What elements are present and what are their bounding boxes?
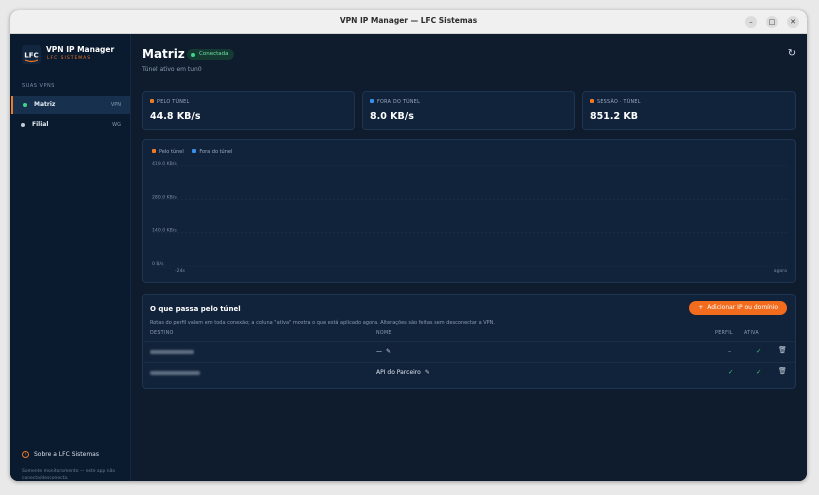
route-name: API do Parceiro (376, 369, 421, 376)
traffic-chart: 419.0 KB/s 280.0 KB/s 140.0 KB/s 0 B/s -24s a… (152, 161, 787, 274)
trash-icon[interactable]: 🗑 (778, 346, 787, 354)
add-ip-button[interactable]: + Adicionar IP ou domínio (689, 301, 787, 315)
routes-description: Rotas do perfil valem em toda conexão; a… (150, 320, 495, 326)
brand-name: VPN IP Manager (46, 45, 115, 54)
status-badge: Conectada (187, 49, 234, 60)
stat-card-tunnel: PELO TÚNEL 44.8 KB/s (142, 91, 355, 130)
stat-value: 851.2 KB (590, 111, 638, 122)
column-header-destino: DESTINO (150, 331, 174, 336)
stat-value: 8.0 KB/s (370, 111, 414, 122)
blue-square-icon (370, 99, 374, 103)
column-header-nome: NOME (376, 331, 392, 336)
minimize-button[interactable]: – (745, 16, 757, 28)
stat-label: FORA DO TÚNEL (377, 100, 421, 105)
app-window: VPN IP Manager — LFC Sistemas – □ ✕ LFC … (10, 10, 807, 481)
brand-subtitle: LFC SISTEMAS (47, 56, 92, 61)
title-bar: VPN IP Manager — LFC Sistemas – □ ✕ (10, 10, 807, 34)
sidebar-item-kind: VPN (110, 102, 121, 108)
table-row[interactable]: — ✎ – ✓ 🗑 (144, 341, 796, 361)
sidebar: LFC VPN IP Manager LFC SISTEMAS SUAS VPN… (10, 34, 131, 481)
close-button[interactable]: ✕ (787, 16, 799, 28)
perfil-value: – (728, 347, 732, 355)
sidebar-footnote: Somente monitoramento — este app não con… (22, 469, 116, 481)
orange-square-icon (590, 99, 594, 103)
vpn-section-label: SUAS VPNS (22, 83, 55, 89)
status-dot-icon (23, 103, 27, 107)
stat-label: PELO TÚNEL (157, 100, 190, 105)
x-tick-label: -24s (175, 268, 186, 274)
trash-icon[interactable]: 🗑 (778, 367, 787, 375)
table-row[interactable]: API do Parceiro ✎ ✓ ✓ 🗑 (144, 362, 796, 382)
plus-icon: + (698, 304, 704, 311)
routes-card: O que passa pelo túnel Rotas do perfil v… (142, 294, 796, 389)
svg-text:LFC: LFC (24, 52, 38, 60)
redacted-destination (150, 350, 194, 354)
traffic-chart-card: Pelo túnel Fora do túnel 419.0 KB/s 280.0… (142, 139, 796, 283)
orange-square-icon (150, 99, 154, 103)
page-subtitle: Túnel ativo em tun0 (142, 66, 202, 73)
pencil-icon[interactable]: ✎ (386, 348, 391, 355)
stat-card-outside: FORA DO TÚNEL 8.0 KB/s (362, 91, 575, 130)
status-dot-icon (21, 123, 25, 127)
y-tick-label: 140.0 KB/s (152, 228, 177, 234)
page-title: Matriz (142, 47, 185, 61)
sidebar-item-filial[interactable]: Filial WG (11, 116, 130, 134)
sidebar-item-kind: WG (112, 122, 121, 128)
maximize-button[interactable]: □ (766, 16, 778, 28)
window-title: VPN IP Manager — LFC Sistemas (339, 16, 478, 25)
refresh-icon[interactable]: ↻ (786, 48, 798, 60)
about-label: Sobre a LFC Sistemas (34, 451, 99, 458)
ativa-check-icon: ✓ (756, 368, 762, 376)
stat-label: SESSÃO · TÚNEL (597, 100, 641, 105)
ativa-check-icon: ✓ (756, 347, 762, 355)
main-content: Matriz Conectada Túnel ativo em tun0 ↻ P… (131, 34, 807, 481)
perfil-check-icon: ✓ (728, 368, 734, 376)
column-header-perfil: PERFIL (715, 331, 733, 336)
y-tick-label: 280.0 KB/s (152, 194, 177, 200)
sidebar-item-label: Filial (32, 121, 49, 128)
y-tick-label: 0 B/s (152, 261, 164, 267)
sidebar-item-matriz[interactable]: Matriz VPN (11, 96, 130, 114)
redacted-destination (150, 371, 200, 375)
y-tick-label: 419.0 KB/s (152, 161, 177, 167)
column-header-ativa: ATIVA (744, 331, 760, 336)
info-icon: i (22, 451, 29, 458)
pencil-icon[interactable]: ✎ (425, 369, 430, 376)
sidebar-item-label: Matriz (34, 101, 56, 108)
x-tick-label: agora (774, 268, 787, 274)
about-link[interactable]: i Sobre a LFC Sistemas (22, 451, 99, 458)
lfc-logo-icon: LFC (22, 45, 41, 64)
routes-title: O que passa pelo túnel (150, 305, 241, 313)
stat-card-session: SESSÃO · TÚNEL 851.2 KB (582, 91, 796, 130)
stat-value: 44.8 KB/s (150, 111, 201, 122)
route-name: — (376, 348, 382, 355)
